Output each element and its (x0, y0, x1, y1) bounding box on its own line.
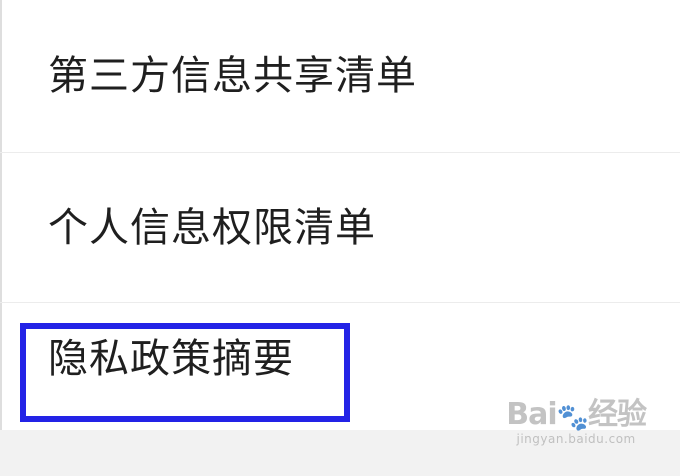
menu-item-personal-info-permissions-list[interactable]: 个人信息权限清单 (0, 153, 680, 303)
watermark-brand: Bai🐾经验 (506, 397, 647, 433)
watermark-domain: jingyan.baidu.com (516, 432, 636, 446)
menu-item-label: 隐私政策摘要 (48, 336, 294, 383)
paw-icon: 🐾 (556, 403, 589, 433)
menu-item-label: 第三方信息共享清单 (48, 53, 417, 99)
baidu-jingyan-watermark: Bai🐾经验 jingyan.baidu.com (506, 397, 647, 446)
settings-menu-list: 第三方信息共享清单 个人信息权限清单 隐私政策摘要 (0, 0, 680, 431)
menu-item-third-party-sharing-list[interactable]: 第三方信息共享清单 (0, 0, 680, 153)
menu-item-label: 个人信息权限清单 (48, 204, 376, 251)
